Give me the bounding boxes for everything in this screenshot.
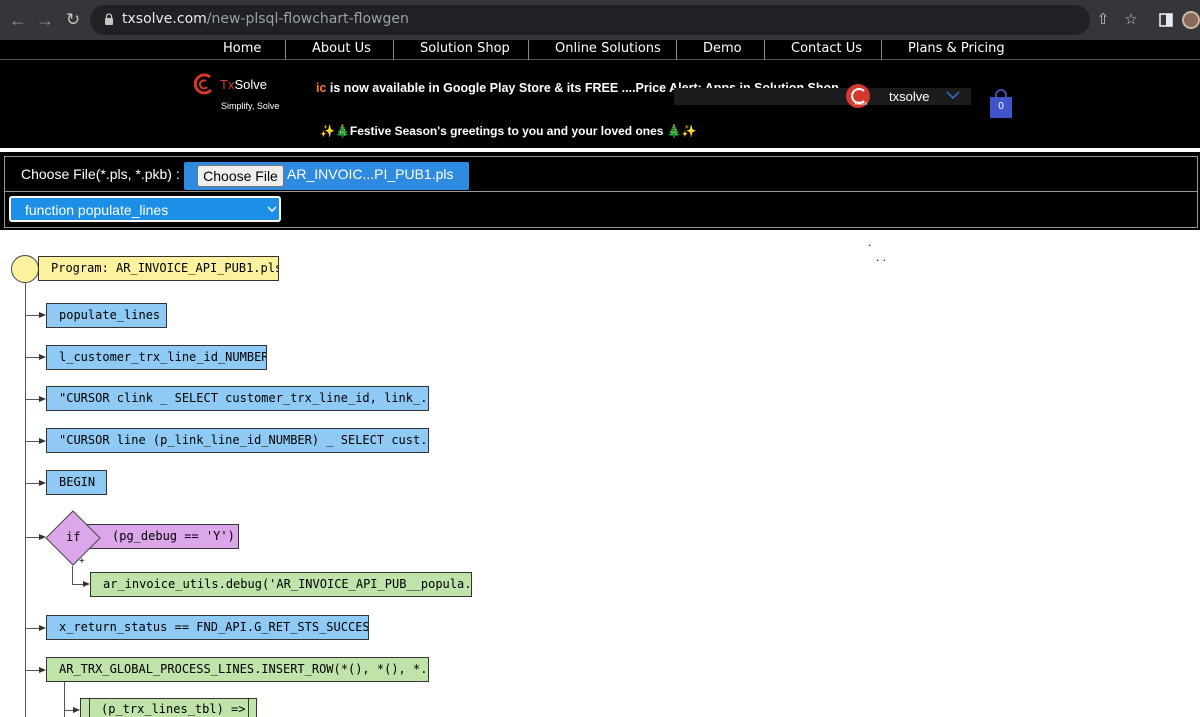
sidepanel-icon[interactable] [1156,10,1176,30]
stray-dot: . [868,235,872,249]
nav-about-us[interactable]: About Us [312,41,371,56]
connector [64,710,73,711]
arrow-icon [39,312,46,318]
nav-divider [676,40,677,60]
stray-dots: . . [876,250,887,264]
connector [25,483,39,484]
controls-divider [4,191,1198,192]
branch-line [72,566,73,585]
connector [25,441,39,442]
flow-node-debug-call[interactable]: ar_invoice_utils.debug('AR_INVOICE_API_P… [90,572,472,597]
logo-name-prefix: Tx [220,77,235,92]
cart-button[interactable]: 0 [989,89,1013,119]
arrow-icon [39,438,46,444]
back-icon[interactable]: ← [6,8,30,32]
forward-icon[interactable]: → [33,8,57,32]
selected-file-name: AR_INVOIC...PI_PUB1.pls [287,166,454,182]
arrow-icon [39,667,46,673]
star-icon[interactable]: ☆ [1121,10,1141,30]
flow-trunk-line [25,283,26,717]
nav-divider [393,40,394,60]
connector [25,628,39,629]
url-text[interactable]: txsolve.com/new-plsql-flowchart-flowgen [122,11,409,27]
nav-contact-us[interactable]: Contact Us [791,41,862,56]
arrow-icon [83,581,90,587]
connector [25,537,39,538]
connector [72,584,83,585]
arrow-icon [39,396,46,402]
true-branch-marker: + [79,556,85,567]
nav-home[interactable]: Home [223,41,261,56]
nav-demo[interactable]: Demo [703,41,742,56]
flow-node-return-status[interactable]: x_return_status == FND_API.G_RET_STS_SUC… [46,615,369,640]
logo-name-suffix: Solve [234,77,267,92]
reload-icon[interactable]: ↻ [61,8,85,32]
flow-node-cursor-line[interactable]: "CURSOR line (p_link_line_id_NUMBER) _ S… [46,428,429,453]
url-path: /new-plsql-flowchart-flowgen [206,11,409,27]
url-host: txsolve.com [122,11,207,27]
connector [25,357,39,358]
choose-file-button[interactable]: Choose File [197,165,284,187]
arrow-icon [39,480,46,486]
user-avatar-icon[interactable]: xSolv [845,83,871,109]
logo-tagline: Simplify, Solve [221,101,280,111]
site-logo[interactable]: TxSolve Simplify, Solve [193,73,283,118]
flow-node-cursor-clink[interactable]: "CURSOR clink _ SELECT customer_trx_line… [46,386,429,411]
site-header: Home About Us Solution Shop Online Solut… [0,40,1200,148]
cart-count: 0 [998,101,1004,112]
if-condition-node[interactable]: (pg_debug == 'Y') [80,524,239,549]
connector [25,670,39,671]
nav-solution-shop[interactable]: Solution Shop [420,41,510,56]
sub-branch-line [64,682,65,717]
function-select-value: function populate_lines [25,202,169,218]
flowchart-controls: Choose File(*.pls, *.pkb) : Choose File … [0,152,1200,230]
arrow-icon [39,354,46,360]
subroutine-bar [89,699,90,717]
announcement-highlight: ic [316,81,327,95]
arrow-icon [73,707,80,713]
subroutine-bar [248,699,249,717]
logo-mark-icon [193,73,213,95]
nav-divider [528,40,529,60]
flow-node-populate-lines[interactable]: populate_lines [46,303,167,328]
function-select[interactable]: function populate_lines [9,196,281,222]
lock-icon[interactable] [104,13,114,25]
flowchart-canvas: . . . Program: AR_INVOICE_API_PUB1.pls p… [0,230,1200,717]
if-keyword: if [66,530,81,544]
user-name[interactable]: txsolve [889,89,929,104]
arrow-icon [39,625,46,631]
param-text: (p_trx_lines_tbl) => [101,702,246,716]
festive-greeting: ✨🎄Festive Season's greetings to you and … [320,124,697,138]
flow-node-begin[interactable]: BEGIN [46,470,107,495]
connector [25,399,39,400]
nav-online-solutions[interactable]: Online Solutions [555,41,661,56]
flow-node-declare-line-id[interactable]: l_customer_trx_line_id_NUMBER [46,345,267,370]
nav-divider [764,40,765,60]
choose-file-label: Choose File(*.pls, *.pkb) : [21,166,180,182]
nav-plans-pricing[interactable]: Plans & Pricing [908,41,1005,56]
profile-icon[interactable] [1182,11,1200,29]
chevron-down-icon[interactable] [946,90,960,100]
nav-divider [881,40,882,60]
flow-node-insert-row[interactable]: AR_TRX_GLOBAL_PROCESS_LINES.INSERT_ROW(*… [46,657,429,682]
flow-node-param[interactable]: (p_trx_lines_tbl) => [80,698,257,717]
svg-text:xSolv: xSolv [854,101,868,107]
chevron-down-icon [267,206,277,212]
share-icon[interactable]: ⇧ [1093,10,1113,30]
connector [25,315,39,316]
start-terminator [11,255,39,283]
nav-divider [285,40,286,60]
top-navigation: Home About Us Solution Shop Online Solut… [0,40,1200,60]
program-node[interactable]: Program: AR_INVOICE_API_PUB1.pls [38,256,279,281]
logo-name: TxSolve [220,77,267,92]
browser-toolbar: ← → ↻ txsolve.com/new-plsql-flowchart-fl… [0,0,1200,40]
